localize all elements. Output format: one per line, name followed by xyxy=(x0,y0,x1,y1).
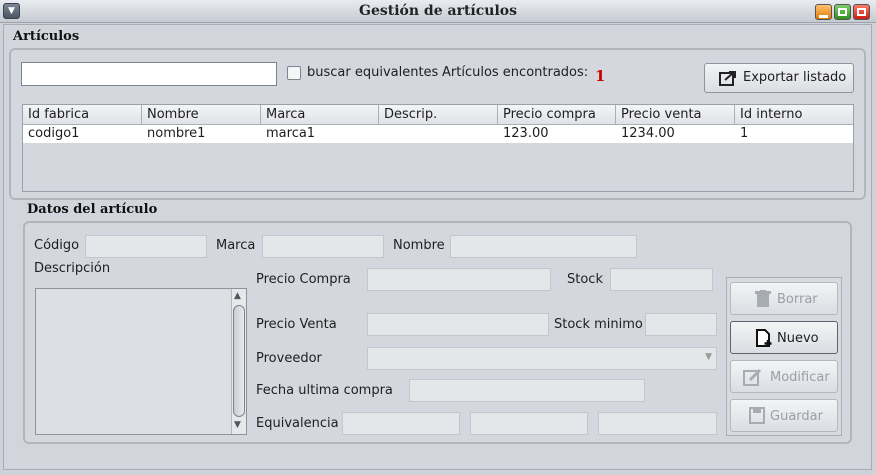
edit-icon xyxy=(743,368,762,386)
close-button[interactable] xyxy=(853,4,870,20)
guardar-label: Guardar xyxy=(770,409,823,424)
nuevo-label: Nuevo xyxy=(777,331,819,346)
export-button[interactable]: Exportar listado xyxy=(704,63,854,93)
articles-table: Id fabrica Nombre Marca Descrip. Precio … xyxy=(22,104,854,192)
table-header: Id fabrica Nombre Marca Descrip. Precio … xyxy=(23,105,853,125)
marca-label: Marca xyxy=(216,238,256,253)
search-input[interactable] xyxy=(21,62,277,86)
equivalencia-field-2[interactable] xyxy=(470,412,588,435)
precio-venta-label: Precio Venta xyxy=(256,317,337,332)
codigo-label: Código xyxy=(34,238,80,253)
col-marca[interactable]: Marca xyxy=(261,105,379,125)
col-nombre[interactable]: Nombre xyxy=(142,105,261,125)
dropdown-arrow-icon: ▼ xyxy=(705,352,712,362)
minimize-button[interactable] xyxy=(815,4,832,20)
scroll-down-icon[interactable]: ▼ xyxy=(234,420,241,430)
stock-label: Stock xyxy=(567,272,603,287)
equivalencia-label: Equivalencia xyxy=(256,416,339,431)
scroll-thumb[interactable] xyxy=(233,305,245,417)
equivalencia-field-1[interactable] xyxy=(342,412,460,435)
col-descrip[interactable]: Descrip. xyxy=(379,105,498,125)
proveedor-label: Proveedor xyxy=(256,351,322,366)
cell-precio-compra: 123.00 xyxy=(503,126,549,141)
proveedor-select[interactable]: ▼ xyxy=(367,347,717,370)
descripcion-label: Descripción xyxy=(34,261,111,276)
stock-field[interactable] xyxy=(610,268,713,291)
precio-venta-field[interactable] xyxy=(367,313,549,336)
cell-id-fabrica: codigo1 xyxy=(28,126,80,141)
found-count: 1 xyxy=(595,67,606,85)
new-document-icon xyxy=(756,329,772,347)
col-id-interno[interactable]: Id interno xyxy=(735,105,853,125)
cell-descrip xyxy=(379,125,384,143)
marca-field[interactable] xyxy=(262,235,384,258)
maximize-button[interactable] xyxy=(834,4,851,20)
codigo-field[interactable] xyxy=(85,235,207,258)
equivalentes-label: buscar equivalentes xyxy=(307,65,439,80)
found-label: Artículos encontrados: xyxy=(442,65,589,80)
maximize-icon xyxy=(838,8,847,16)
export-label: Exportar listado xyxy=(743,70,847,85)
equivalentes-checkbox[interactable] xyxy=(287,66,301,80)
export-icon xyxy=(719,71,736,86)
stock-minimo-label: Stock minimo xyxy=(554,317,643,332)
nombre-field[interactable] xyxy=(450,235,637,258)
modificar-label: Modificar xyxy=(770,370,830,385)
borrar-label: Borrar xyxy=(777,292,818,307)
modificar-button[interactable]: Modificar xyxy=(730,360,838,393)
col-id-fabrica[interactable]: Id fabrica xyxy=(23,105,142,125)
cell-marca: marca1 xyxy=(266,126,316,141)
close-icon xyxy=(857,8,866,16)
articulos-section-title: Artículos xyxy=(13,29,80,44)
equivalencia-field-3[interactable] xyxy=(598,412,717,435)
stock-minimo-field[interactable] xyxy=(645,313,717,336)
borrar-button[interactable]: Borrar xyxy=(730,282,838,315)
minimize-icon xyxy=(819,15,828,18)
guardar-button[interactable]: Guardar xyxy=(730,399,838,432)
precio-compra-field[interactable] xyxy=(367,268,551,291)
fecha-label: Fecha ultima compra xyxy=(256,383,393,398)
col-precio-compra[interactable]: Precio compra xyxy=(498,105,616,125)
cell-id-interno: 1 xyxy=(740,126,749,141)
nombre-label: Nombre xyxy=(393,238,445,253)
col-precio-venta[interactable]: Precio venta xyxy=(616,105,735,125)
cell-precio-venta: 1234.00 xyxy=(621,126,675,141)
cell-nombre: nombre1 xyxy=(147,126,206,141)
precio-compra-label: Precio Compra xyxy=(256,272,351,287)
window-title: Gestión de artículos xyxy=(359,3,517,19)
descripcion-textarea[interactable] xyxy=(35,288,247,435)
descripcion-scrollbar[interactable]: ▲ ▼ xyxy=(231,289,246,434)
fecha-field[interactable] xyxy=(409,379,645,402)
save-icon xyxy=(749,407,765,424)
trash-icon xyxy=(755,290,771,307)
nuevo-button[interactable]: Nuevo xyxy=(730,321,838,354)
datos-section-title: Datos del artículo xyxy=(27,202,158,217)
scroll-up-icon[interactable]: ▲ xyxy=(234,291,241,301)
table-row[interactable]: codigo1 nombre1 marca1 123.00 1234.00 1 xyxy=(23,125,853,143)
